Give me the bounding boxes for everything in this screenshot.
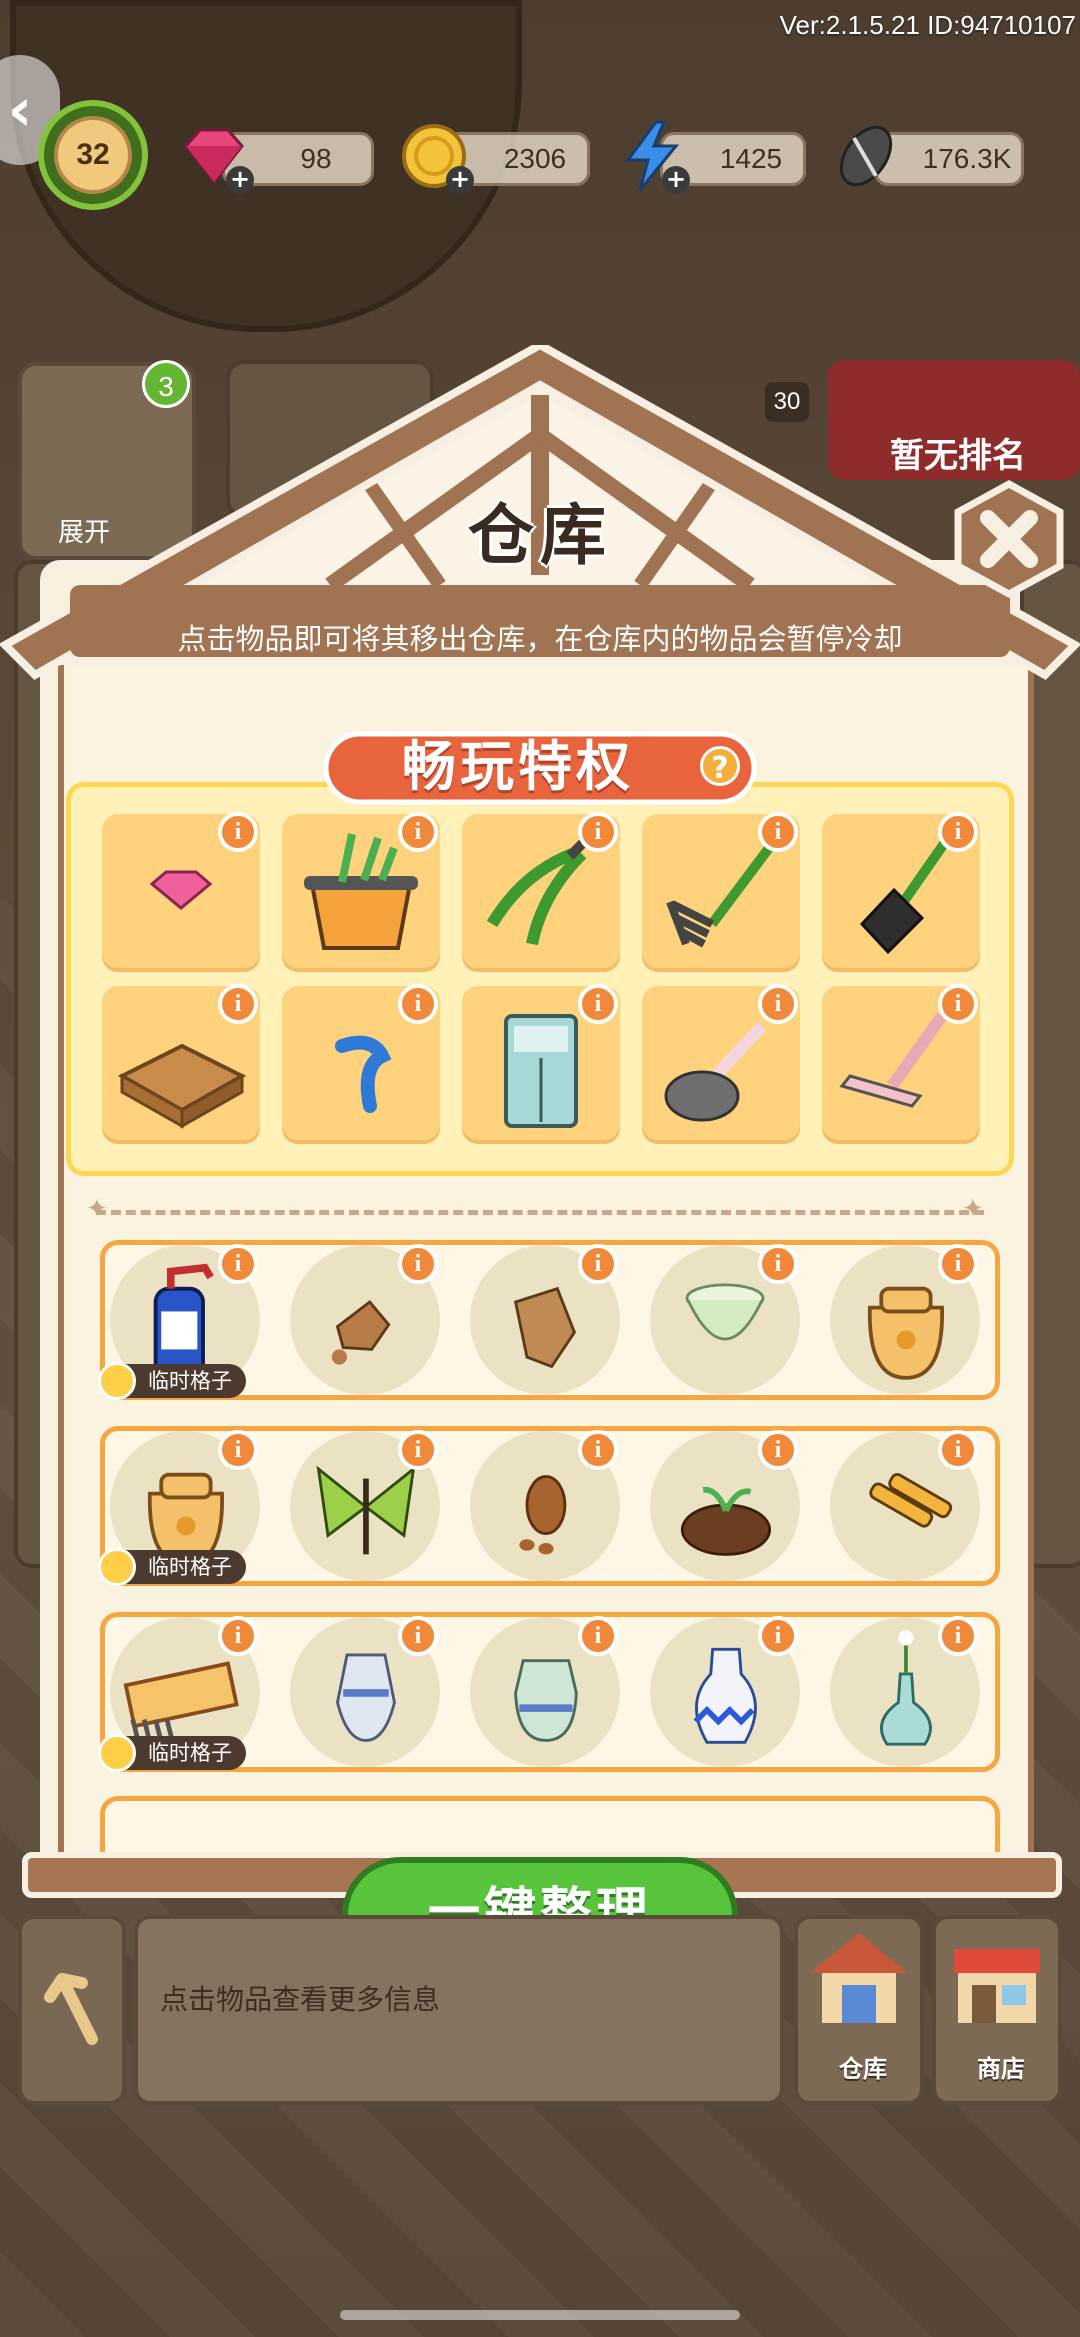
modal-title: 仓库: [468, 497, 612, 574]
info-icon[interactable]: i: [578, 1244, 618, 1284]
shop-nav-label: 商店: [977, 2055, 1025, 2083]
info-icon[interactable]: i: [758, 1244, 798, 1284]
close-button[interactable]: [950, 480, 1068, 598]
home-indicator: [340, 2310, 740, 2320]
info-icon[interactable]: i: [218, 1430, 258, 1470]
privilege-help-button[interactable]: ?: [700, 746, 740, 786]
info-icon[interactable]: i: [218, 1616, 258, 1656]
info-icon[interactable]: i: [578, 812, 618, 852]
version-text: Ver:2.1.5.21 ID:94710107: [779, 10, 1076, 40]
info-icon[interactable]: i: [938, 812, 978, 852]
info-icon[interactable]: i: [398, 1430, 438, 1470]
warehouse-icon: [810, 1933, 908, 2023]
info-icon[interactable]: i: [578, 1430, 618, 1470]
warehouse-nav-button[interactable]: 仓库: [794, 1915, 924, 2105]
level-number: 32: [54, 116, 132, 194]
info-icon[interactable]: i: [938, 1616, 978, 1656]
divider-star-right-icon: ✦: [962, 1194, 984, 1224]
info-icon[interactable]: i: [938, 1244, 978, 1284]
info-icon[interactable]: i: [758, 812, 798, 852]
info-icon[interactable]: i: [398, 812, 438, 852]
divider-star-left-icon: ✦: [86, 1194, 108, 1224]
warehouse-nav-label: 仓库: [839, 2055, 887, 2083]
section-divider: [96, 1210, 984, 1215]
info-icon[interactable]: i: [218, 812, 258, 852]
info-icon[interactable]: i: [398, 1244, 438, 1284]
item-info-hint: 点击物品查看更多信息: [160, 1983, 441, 2016]
back-arrow-icon: ‹: [7, 75, 33, 145]
sunflower-seed-icon: [839, 125, 893, 187]
info-icon[interactable]: i: [758, 1430, 798, 1470]
info-icon[interactable]: i: [938, 1430, 978, 1470]
add-gems-icon[interactable]: +: [226, 166, 254, 194]
info-icon[interactable]: i: [758, 984, 798, 1024]
clock-icon: [98, 1362, 136, 1400]
storage-row-partial: [100, 1796, 1000, 1856]
info-icon[interactable]: i: [398, 984, 438, 1024]
clock-icon: [98, 1548, 136, 1586]
add-coins-icon[interactable]: +: [446, 166, 474, 194]
info-icon[interactable]: i: [578, 1616, 618, 1656]
clock-icon: [98, 1734, 136, 1772]
privilege-title: 畅玩特权: [402, 735, 634, 798]
info-icon[interactable]: i: [398, 1616, 438, 1656]
add-energy-icon[interactable]: +: [662, 166, 690, 194]
return-arrow-icon: [44, 1973, 98, 2045]
info-icon[interactable]: i: [218, 1244, 258, 1284]
player-level[interactable]: 32: [38, 100, 148, 210]
bottom-back-button[interactable]: [18, 1915, 126, 2105]
info-icon[interactable]: i: [758, 1616, 798, 1656]
modal-subtitle: 点击物品即可将其移出仓库，在仓库内的物品会暂停冷却: [177, 622, 903, 656]
info-icon[interactable]: i: [938, 984, 978, 1024]
shop-nav-button[interactable]: 商店: [932, 1915, 1062, 2105]
info-icon[interactable]: i: [578, 984, 618, 1024]
info-icon[interactable]: i: [218, 984, 258, 1024]
shop-icon: [954, 1949, 1040, 2023]
